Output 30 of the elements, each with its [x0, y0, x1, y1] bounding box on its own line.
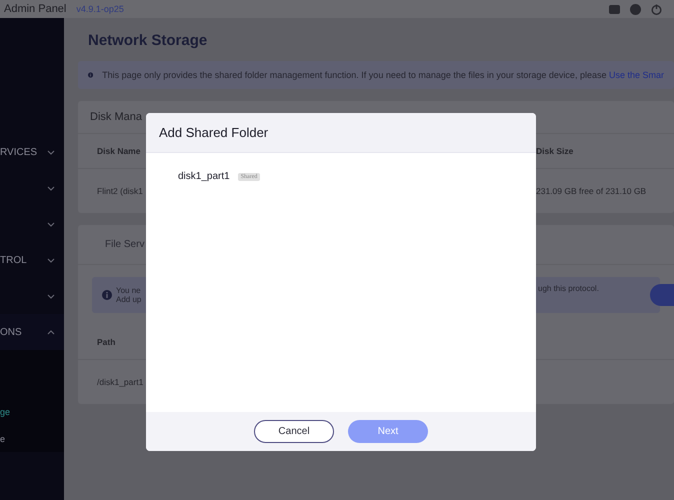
sidebar-item[interactable]: TROL — [0, 242, 64, 278]
sidebar-subitem[interactable]: ge — [0, 398, 64, 425]
sidebar-item[interactable]: ONS — [0, 314, 64, 350]
notice-text: You ne Add up — [116, 286, 142, 304]
table-cell-text: 231.09 GB free of 231.10 GB — [536, 186, 648, 196]
notice-text: ugh this protocol. — [538, 284, 600, 293]
info-icon — [102, 290, 112, 300]
chevron-icon — [47, 222, 55, 226]
table-cell-text: /disk1_part1 — [97, 377, 144, 387]
folder-name[interactable]: disk1_part1 — [178, 171, 230, 182]
sidebar-subitem[interactable]: e — [0, 425, 64, 452]
chevron-icon — [47, 186, 55, 190]
card-title: Disk Mana — [90, 111, 142, 123]
power-icon[interactable] — [651, 4, 662, 14]
app-title: Admin Panel — [4, 3, 66, 15]
dialog-title: Add Shared Folder — [159, 125, 268, 140]
chevron-icon — [47, 294, 55, 298]
sidebar-item[interactable]: RVICES — [0, 134, 64, 170]
cancel-button[interactable]: Cancel — [254, 420, 334, 443]
notice-text: This page only provides the shared folder management function. If you need to manage the files in your storage device, please Use the Smar — [102, 70, 664, 80]
column-header: Disk Size — [536, 146, 574, 156]
version-label: v4.9.1-op25 — [76, 4, 124, 14]
info-icon — [88, 70, 94, 80]
column-header: Path — [97, 337, 116, 347]
table-cell-text: Flint2 (disk1 — [97, 186, 144, 196]
chevron-icon — [47, 330, 55, 334]
page-title: Network Storage — [88, 32, 208, 49]
chevron-icon — [47, 150, 55, 154]
column-header: Disk Name — [97, 146, 142, 156]
chevron-icon — [47, 258, 55, 262]
